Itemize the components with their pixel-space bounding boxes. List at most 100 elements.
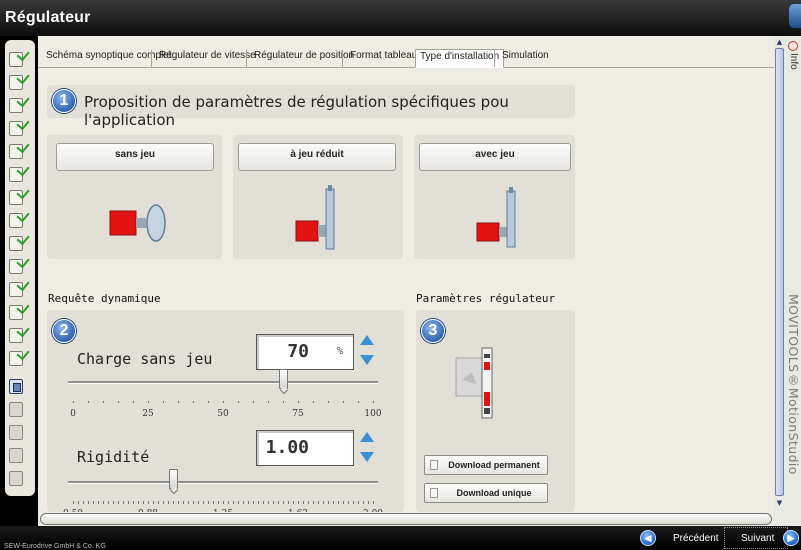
charge-slider-thumb[interactable] — [279, 369, 288, 389]
horizontal-scroll-thumb[interactable] — [40, 513, 772, 525]
right-info-rail: Info MOVITOOLS®MotionStudio — [785, 36, 801, 526]
rigidite-minor-tick — [208, 501, 209, 504]
doc-check-icon[interactable] — [9, 121, 23, 136]
charge-minor-tick — [358, 401, 359, 403]
rigidite-minor-tick — [333, 501, 334, 504]
charge-label: Charge sans jeu — [77, 350, 213, 368]
tab-regulateur-vitesse[interactable]: Régulateur de vitesse — [151, 50, 256, 67]
download-permanent-button[interactable]: Download permanent — [424, 455, 548, 475]
gear-rack-icon — [295, 185, 335, 250]
download-unique-button[interactable]: Download unique — [424, 483, 548, 503]
rigidite-decrease-icon[interactable] — [360, 452, 374, 462]
doc-selected-icon[interactable] — [9, 379, 23, 394]
rigidite-minor-tick — [128, 501, 129, 504]
charge-increase-icon[interactable] — [360, 335, 374, 345]
rigidite-minor-tick — [148, 501, 149, 504]
rigidite-minor-tick — [293, 501, 294, 504]
rigidite-minor-tick — [103, 501, 104, 504]
title-bar: Régulateur — [0, 0, 801, 36]
main-content: Schéma synoptique complet Régulateur de … — [38, 36, 774, 526]
doc-check-icon[interactable] — [9, 75, 23, 90]
charge-spin-field[interactable]: 70 % — [256, 334, 354, 370]
rigidite-minor-tick — [163, 501, 164, 504]
info-icon[interactable] — [788, 41, 798, 51]
charge-minor-tick — [148, 401, 149, 403]
charge-unit: % — [336, 346, 343, 357]
window-corner-button[interactable] — [789, 4, 801, 28]
doc-check-icon[interactable] — [9, 144, 23, 159]
section-1-header: 1 Proposition de paramètres de régulatio… — [47, 85, 575, 129]
charge-minor-tick — [88, 401, 89, 403]
doc-check-icon[interactable] — [9, 259, 23, 274]
dynamic-panel: 2 Charge sans jeu 70 % 0 25 50 75 100 Rigidi… — [47, 310, 404, 519]
tab-regulateur-position[interactable]: Régulateur de position — [246, 50, 354, 67]
rigidite-slider-track[interactable] — [68, 481, 378, 484]
charge-decrease-icon[interactable] — [360, 355, 374, 365]
vertical-scrollbar[interactable]: ▲ ▼ — [774, 36, 785, 526]
window-title: Régulateur — [5, 9, 91, 26]
tab-simulation[interactable]: Simulation — [494, 50, 549, 67]
tab-type-installation[interactable]: Type d'installation — [415, 49, 505, 68]
rigidite-minor-tick — [248, 501, 249, 504]
step-1-badge: 1 — [52, 89, 76, 113]
doc-check-icon[interactable] — [9, 167, 23, 182]
doc-check-icon[interactable] — [9, 98, 23, 113]
scroll-down-icon[interactable]: ▼ — [775, 498, 784, 508]
doc-check-icon[interactable] — [9, 328, 23, 343]
charge-minor-tick — [223, 401, 224, 403]
doc-check-icon[interactable] — [9, 305, 23, 320]
rigidite-minor-tick — [338, 501, 339, 504]
doc-icon[interactable] — [9, 402, 23, 417]
rigidite-minor-tick — [83, 501, 84, 504]
horizontal-scrollbar[interactable] — [38, 512, 774, 526]
charge-slider-track[interactable] — [68, 381, 378, 384]
rigidite-minor-tick — [168, 501, 169, 504]
doc-check-icon[interactable] — [9, 351, 23, 366]
doc-icon[interactable] — [9, 471, 23, 486]
rigidite-minor-tick — [278, 501, 279, 504]
rigidite-minor-tick — [113, 501, 114, 504]
jeu-reduit-button[interactable]: à jeu réduit — [238, 143, 396, 171]
info-tab[interactable]: Info — [788, 53, 799, 70]
charge-minor-tick — [238, 401, 239, 403]
rigidite-minor-tick — [273, 501, 274, 504]
doc-check-icon[interactable] — [9, 213, 23, 228]
rigidite-spin-field[interactable]: 1.00 — [256, 430, 354, 466]
rigidite-minor-tick — [108, 501, 109, 504]
step-2-badge: 2 — [52, 319, 76, 343]
tab-format-tableau[interactable]: Format tableau — [342, 50, 417, 67]
doc-icon[interactable] — [9, 425, 23, 440]
rigidite-minor-tick — [323, 501, 324, 504]
rigidite-minor-tick — [233, 501, 234, 504]
rigidite-minor-tick — [133, 501, 134, 504]
vertical-scroll-thumb[interactable] — [775, 48, 784, 496]
rigidite-slider-thumb[interactable] — [169, 469, 178, 489]
charge-minor-tick — [313, 401, 314, 403]
rigidite-minor-tick — [348, 501, 349, 504]
doc-check-icon[interactable] — [9, 190, 23, 205]
checkbox-icon — [430, 488, 438, 498]
rigidite-increase-icon[interactable] — [360, 432, 374, 442]
doc-icon[interactable] — [9, 448, 23, 463]
rigidite-minor-tick — [138, 501, 139, 504]
doc-check-icon[interactable] — [9, 282, 23, 297]
scroll-up-icon[interactable]: ▲ — [775, 37, 784, 47]
sans-jeu-button[interactable]: sans jeu — [56, 143, 214, 171]
gear-rack-loose-icon — [476, 187, 516, 248]
avec-jeu-button[interactable]: avec jeu — [419, 143, 571, 171]
brand-text: MOVITOOLS®MotionStudio — [786, 294, 801, 475]
tab-bar: Schéma synoptique complet Régulateur de … — [38, 46, 774, 68]
section-1-title: Proposition de paramètres de régulation … — [84, 93, 509, 129]
rigidite-minor-tick — [118, 501, 119, 504]
doc-check-icon[interactable] — [9, 236, 23, 251]
charge-minor-tick — [73, 401, 74, 403]
doc-check-icon[interactable] — [9, 52, 23, 67]
charge-tick-label: 50 — [217, 409, 229, 419]
rigidite-minor-tick — [98, 501, 99, 504]
rigidite-minor-tick — [183, 501, 184, 504]
download-permanent-label: Download permanent — [448, 460, 540, 470]
rigidite-minor-tick — [308, 501, 309, 504]
rigidite-minor-tick — [73, 501, 74, 504]
rigidite-minor-tick — [198, 501, 199, 504]
rigidite-minor-tick — [243, 501, 244, 504]
